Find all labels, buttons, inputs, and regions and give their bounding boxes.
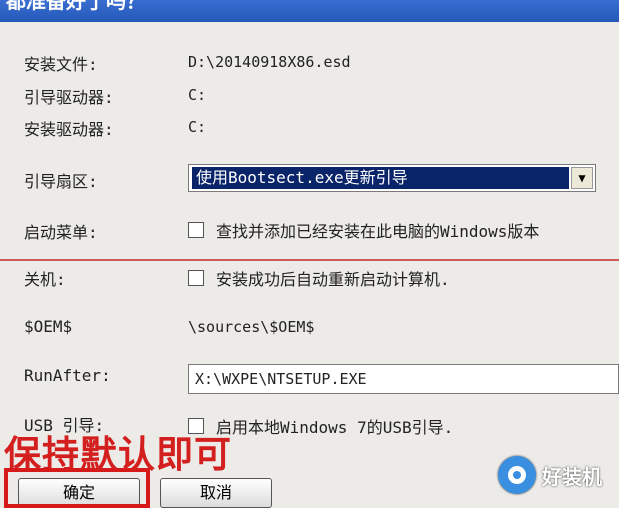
run-after-label: RunAfter:: [24, 366, 111, 385]
install-file-value: D:\20140918X86.esd: [188, 53, 351, 71]
oem-value: \sources\$OEM$: [188, 318, 315, 336]
boot-menu-checkbox-label: 查找并添加已经安装在此电脑的Windows版本: [216, 222, 540, 241]
cancel-button[interactable]: 取消: [160, 478, 272, 508]
boot-menu-checkbox-row[interactable]: 查找并添加已经安装在此电脑的Windows版本: [188, 218, 539, 242]
oem-label: $OEM$: [24, 317, 73, 336]
shutdown-label: 关机:: [24, 270, 66, 289]
boot-menu-checkbox[interactable]: [188, 222, 204, 238]
boot-drive-value: C:: [188, 86, 207, 104]
shutdown-checkbox[interactable]: [188, 270, 204, 286]
boot-sector-selected: 使用Bootsect.exe更新引导: [192, 167, 569, 189]
separator-line: [0, 259, 619, 261]
annotation-highlight-box: [4, 468, 150, 508]
usb-boot-checkbox-label: 启用本地Windows 7的USB引导.: [216, 418, 454, 437]
boot-sector-select[interactable]: 使用Bootsect.exe更新引导 ▼: [188, 164, 596, 192]
install-file-label: 安装文件:: [24, 55, 98, 74]
boot-menu-label: 启动菜单:: [24, 223, 98, 242]
window-title: 都准备好了吗？: [0, 0, 619, 22]
boot-sector-label: 引导扇区:: [24, 172, 98, 191]
install-drive-label: 安装驱动器:: [24, 120, 114, 139]
chevron-down-icon[interactable]: ▼: [571, 167, 593, 189]
watermark-text: 好装机: [542, 464, 602, 489]
logo-icon: [498, 456, 536, 494]
shutdown-checkbox-row[interactable]: 安装成功后自动重新启动计算机.: [188, 266, 450, 290]
run-after-input[interactable]: X:\WXPE\NTSETUP.EXE: [188, 364, 619, 394]
shutdown-checkbox-label: 安装成功后自动重新启动计算机.: [216, 270, 450, 289]
watermark: 好装机: [498, 456, 602, 494]
install-drive-value: C:: [188, 118, 207, 136]
boot-drive-label: 引导驱动器:: [24, 88, 114, 107]
